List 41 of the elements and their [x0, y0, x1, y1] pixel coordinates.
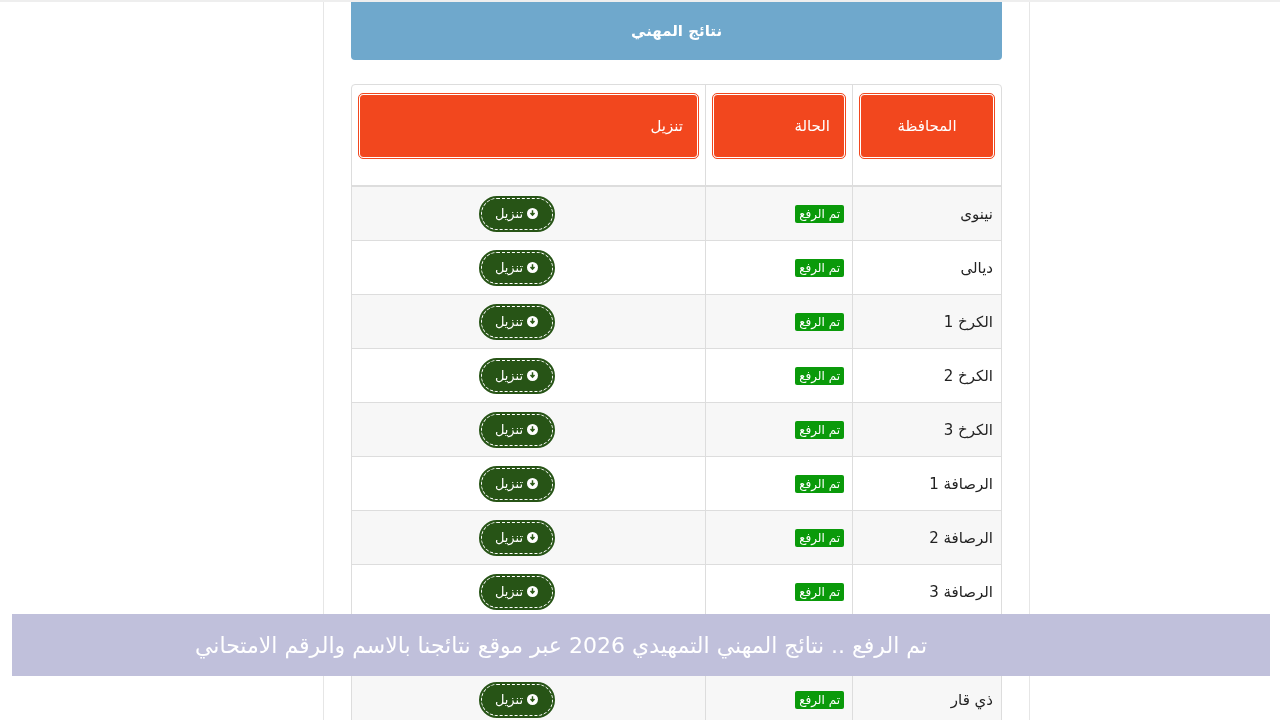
download-button[interactable]: تنزيل — [480, 359, 553, 392]
province-cell: الرصافة 1 — [929, 474, 993, 493]
province-cell: نينوى — [960, 204, 993, 223]
download-button[interactable]: تنزيل — [480, 197, 553, 230]
status-badge: تم الرفع — [795, 474, 844, 493]
status-badge: تم الرفع — [795, 366, 844, 385]
download-button[interactable]: تنزيل — [480, 413, 553, 446]
download-icon — [527, 532, 539, 543]
status-badge: تم الرفع — [795, 582, 844, 601]
download-icon — [527, 262, 539, 273]
download-button[interactable]: تنزيل — [480, 305, 553, 338]
status-badge: تم الرفع — [795, 690, 844, 709]
download-icon — [527, 478, 539, 489]
results-title: نتائج المهني — [630, 22, 723, 40]
download-icon — [527, 208, 539, 219]
province-cell: ديالى — [960, 258, 993, 277]
status-badge: تم الرفع — [795, 420, 844, 439]
download-button[interactable]: تنزيل — [480, 467, 553, 500]
province-cell: الرصافة 3 — [929, 582, 993, 601]
column-header: الحالة — [713, 94, 845, 158]
caption-text: تم الرفع .. نتائج المهني التمهيدي 2026 عبر موقع نتائجنا بالاسم والرقم الامتحاني — [194, 632, 928, 658]
province-cell: ذي قار — [950, 690, 993, 709]
download-button[interactable]: تنزيل — [480, 575, 553, 608]
download-icon — [527, 586, 539, 597]
column-header: تنزيل — [359, 94, 698, 158]
download-button[interactable]: تنزيل — [480, 521, 553, 554]
download-button[interactable]: تنزيل — [480, 251, 553, 284]
province-cell: الكرخ 3 — [943, 420, 993, 439]
download-icon — [527, 424, 539, 435]
download-icon — [527, 694, 539, 705]
download-icon — [527, 316, 539, 327]
status-badge: تم الرفع — [795, 258, 844, 277]
download-button[interactable]: تنزيل — [480, 683, 553, 716]
province-cell: الرصافة 2 — [929, 528, 993, 547]
column-header: المحافظة — [860, 94, 994, 158]
province-cell: الكرخ 1 — [943, 312, 993, 331]
status-badge: تم الرفع — [795, 204, 844, 223]
download-icon — [527, 370, 539, 381]
province-cell: الكرخ 2 — [943, 366, 993, 385]
status-badge: تم الرفع — [795, 528, 844, 547]
status-badge: تم الرفع — [795, 312, 844, 331]
